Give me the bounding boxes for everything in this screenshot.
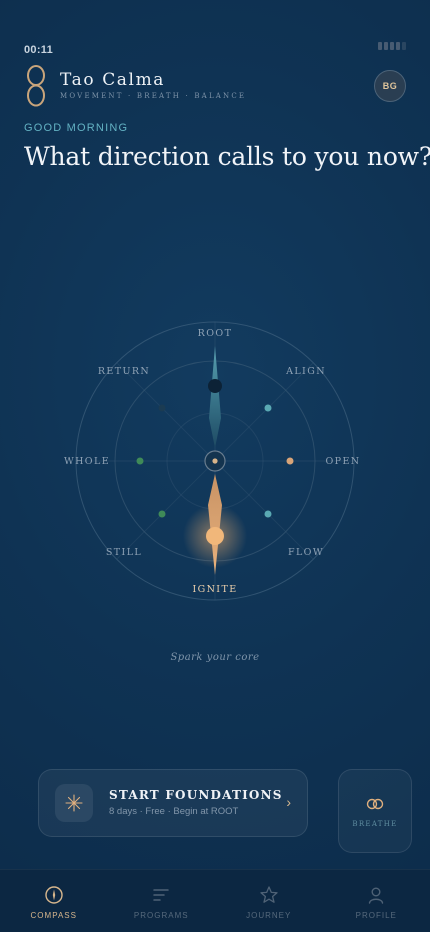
status-bar: 00:11	[24, 40, 406, 56]
direction-label-whole[interactable]: WHOLE	[64, 456, 110, 467]
direction-label-open[interactable]: OPEN	[325, 456, 360, 467]
bottom-nav: COMPASS PROGRAMS JOURNEY PROFILE	[0, 869, 430, 932]
compass-icon	[45, 886, 63, 904]
nav-journey[interactable]: JOURNEY	[215, 870, 323, 932]
nav-programs[interactable]: PROGRAMS	[108, 870, 216, 932]
return-node[interactable]	[158, 404, 166, 412]
signal-icon	[378, 42, 406, 50]
breathe-label: BREATHE	[352, 820, 398, 828]
open-node[interactable]	[286, 457, 294, 465]
app-header: Tao Calma MOVEMENT · BREATH · BALANCE BG	[24, 64, 406, 108]
direction-compass: ROOT ALIGN OPEN FLOW IGNITE STILL WHOLE RETURN	[64, 321, 360, 601]
direction-label-flow[interactable]: FLOW	[288, 547, 324, 558]
infinity-logo-icon	[27, 65, 45, 107]
direction-label-align[interactable]: ALIGN	[285, 366, 326, 377]
card-title: START FOUNDATIONS	[109, 788, 283, 802]
start-foundations-card[interactable]: START FOUNDATIONS 8 days · Free · Begin …	[38, 769, 308, 837]
nav-compass[interactable]: COMPASS	[0, 870, 108, 932]
nav-label: JOURNEY	[246, 911, 292, 920]
whole-node[interactable]	[136, 457, 144, 465]
chevron-right-icon: ›	[286, 794, 291, 810]
nav-profile[interactable]: PROFILE	[323, 870, 430, 932]
direction-label-ignite[interactable]: IGNITE	[192, 584, 237, 595]
direction-label-return[interactable]: RETURN	[98, 366, 150, 377]
page-title: What direction calls to you now?	[24, 142, 430, 171]
breathe-icon	[366, 798, 384, 810]
sparkle-icon	[55, 784, 93, 822]
app-name: Tao Calma	[60, 70, 166, 90]
ignite-node[interactable]	[206, 527, 224, 545]
direction-label-still[interactable]: STILL	[106, 547, 142, 558]
app-tagline: MOVEMENT · BREATH · BALANCE	[60, 92, 247, 100]
star-icon	[260, 886, 278, 903]
flow-node[interactable]	[264, 510, 272, 518]
direction-label-root[interactable]: ROOT	[198, 328, 233, 339]
compass-center-dot	[212, 458, 218, 464]
still-node[interactable]	[158, 510, 166, 518]
card-subtitle: 8 days · Free · Begin at ROOT	[109, 806, 239, 817]
nav-label: PROFILE	[355, 911, 397, 920]
nav-label: COMPASS	[30, 911, 77, 920]
profile-icon	[369, 887, 384, 904]
direction-description: Spark your core	[170, 652, 260, 663]
align-node[interactable]	[264, 404, 272, 412]
root-node[interactable]	[208, 379, 222, 393]
avatar[interactable]: BG	[374, 70, 406, 102]
status-time: 00:11	[24, 44, 54, 56]
breathe-button[interactable]: BREATHE	[338, 769, 412, 853]
nav-label: PROGRAMS	[133, 911, 189, 920]
programs-icon	[153, 889, 169, 901]
greeting-text: GOOD MORNING	[24, 122, 129, 134]
